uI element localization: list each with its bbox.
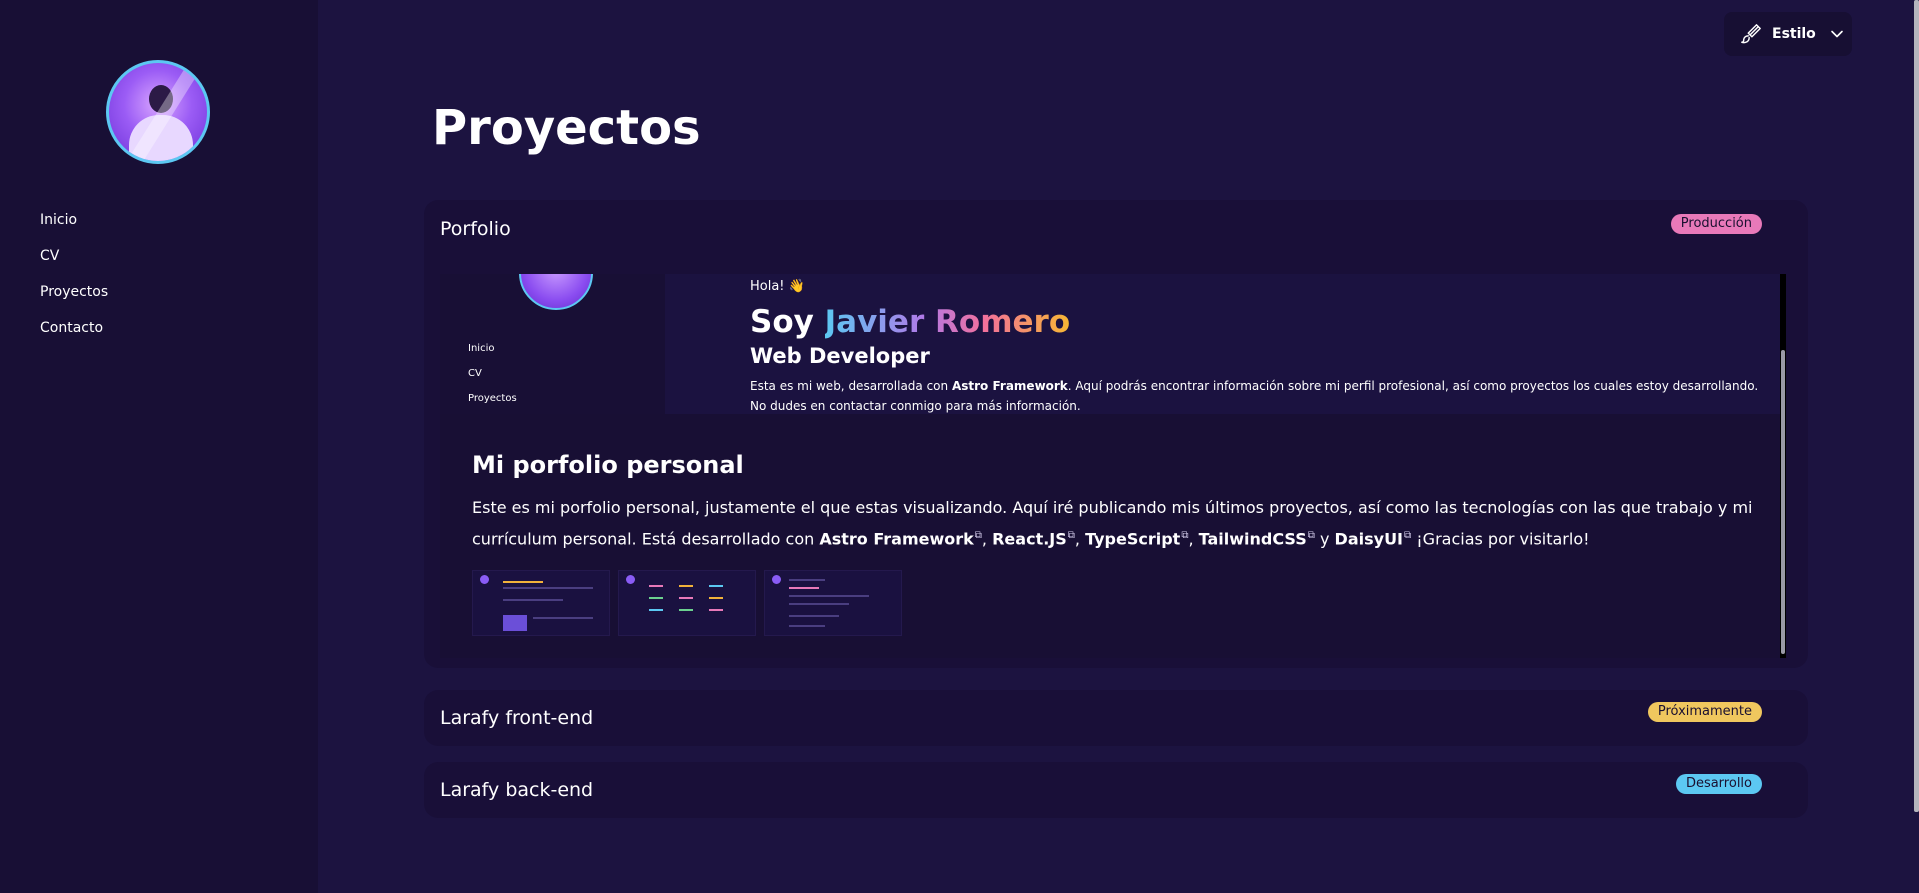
nav-item-inicio[interactable]: Inicio (40, 208, 108, 244)
link-react[interactable]: React.JS (992, 529, 1067, 548)
preview-greeting: Hola! 👋 (750, 279, 805, 294)
project-card-larafy-back[interactable]: Larafy back-end Desarrollo (424, 762, 1808, 818)
thumbnail-dot (480, 575, 489, 584)
main-nav: Inicio CV Proyectos Contacto (40, 208, 108, 352)
preview-scrollbar-thumb[interactable] (1781, 350, 1785, 654)
preview-nav: Inicio CV Proyectos (468, 342, 517, 417)
project-heading: Mi porfolio personal (472, 451, 744, 479)
project-description: Este es mi porfolio personal, justamente… (472, 494, 1762, 553)
external-link-icon: ⧉ (1404, 530, 1412, 541)
link-typescript[interactable]: TypeScript (1085, 529, 1180, 548)
style-dropdown-button[interactable]: Estilo (1724, 12, 1852, 56)
thumbnail-line (649, 585, 663, 587)
thumbnail-line (503, 587, 593, 589)
project-title: Larafy back-end (440, 779, 594, 801)
thumbnail-line (789, 579, 825, 581)
page-title: Proyectos (432, 100, 701, 156)
comma: , (981, 529, 988, 549)
project-title: Larafy front-end (440, 707, 594, 729)
comma: , (1074, 529, 1080, 549)
thumbnail-line (503, 599, 563, 601)
preview-scrollbar[interactable] (1780, 274, 1786, 658)
thumbnail-dot (626, 575, 635, 584)
preview-description: Esta es mi web, desarrollada con Astro F… (750, 376, 1760, 416)
external-link-icon: ⧉ (1067, 530, 1075, 541)
thumbnail-line (649, 597, 663, 599)
project-content: Mi porfolio personal Este es mi porfolio… (472, 450, 1762, 553)
thumbnail-image[interactable] (472, 570, 610, 636)
thumbnail-line (649, 609, 663, 611)
preview-name: Javier Romero (824, 304, 1071, 340)
preview-nav-item: Inicio (468, 343, 495, 354)
status-badge: Desarrollo (1675, 774, 1762, 794)
link-astro[interactable]: Astro Framework (819, 529, 973, 548)
sidebar: Inicio CV Proyectos Contacto (0, 0, 318, 893)
thumbnail-line (709, 585, 723, 587)
preview-nav-item: CV (468, 368, 482, 379)
thanks-text: ¡Gracias por visitarlo! (1416, 529, 1590, 549)
thumbnail-image[interactable] (618, 570, 756, 636)
thumbnail-line (503, 581, 543, 583)
and: y (1319, 529, 1330, 549)
thumbnail-line (789, 595, 869, 597)
avatar (106, 60, 210, 164)
thumbnail-line (533, 617, 593, 619)
status-badge: Próximamente (1647, 702, 1762, 722)
preview-avatar (519, 274, 593, 310)
paintbrush-icon (1741, 24, 1761, 44)
comma: , (1188, 529, 1194, 549)
project-title: Porfolio (440, 218, 511, 240)
link-tailwind[interactable]: TailwindCSS (1199, 529, 1307, 548)
preview-desc-before: Esta es mi web, desarrollada con (750, 379, 949, 393)
preview-screenshot: Inicio CV Proyectos Hola! 👋 Soy Javier R… (440, 274, 1786, 414)
thumbnail-line (503, 615, 527, 631)
thumbnail-line (679, 597, 693, 599)
project-preview: Inicio CV Proyectos Hola! 👋 Soy Javier R… (440, 274, 1786, 658)
preview-main: Hola! 👋 Soy Javier Romero Web Developer … (750, 278, 1760, 416)
preview-headline: Soy Javier Romero (750, 302, 1760, 342)
project-card-porfolio[interactable]: Porfolio Producción Inicio CV Proyectos … (424, 200, 1808, 668)
preview-role: Web Developer (750, 344, 930, 368)
chevron-down-icon (1831, 30, 1843, 38)
nav-item-cv[interactable]: CV (40, 244, 108, 280)
project-card-larafy-front[interactable]: Larafy front-end Próximamente (424, 690, 1808, 746)
thumbnail-image[interactable] (764, 570, 902, 636)
status-badge: Producción (1670, 214, 1762, 234)
preview-soy: Soy (750, 304, 814, 340)
nav-item-proyectos[interactable]: Proyectos (40, 280, 108, 316)
thumbnail-line (789, 615, 839, 617)
page-scrollbar[interactable] (1914, 0, 1919, 812)
external-link-icon: ⧉ (1307, 530, 1315, 541)
thumbnail-line (789, 625, 825, 627)
thumbnail-dot (772, 575, 781, 584)
thumbnail-line (789, 587, 819, 589)
thumbnail-line (709, 597, 723, 599)
thumbnail-line (789, 603, 849, 605)
thumbnail-line (679, 585, 693, 587)
link-daisyui[interactable]: DaisyUI (1335, 529, 1403, 548)
nav-item-contacto[interactable]: Contacto (40, 316, 108, 352)
style-label: Estilo (1772, 26, 1816, 42)
preview-nav-item: Proyectos (468, 393, 517, 404)
desc-prefix: Está desarrollado con (641, 529, 815, 549)
preview-desc-bold: Astro Framework (951, 379, 1068, 393)
external-link-icon: ⧉ (974, 530, 982, 541)
preview-sidebar: Inicio CV Proyectos (440, 274, 665, 414)
thumbnail-line (679, 609, 693, 611)
thumbnail-line (709, 609, 723, 611)
